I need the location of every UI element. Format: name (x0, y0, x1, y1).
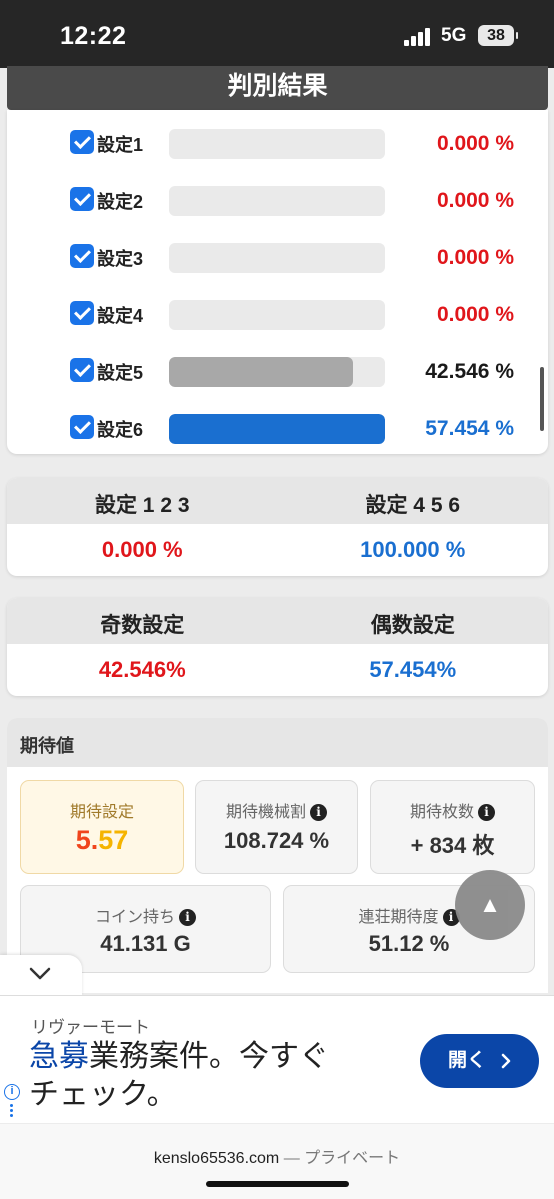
browser-url-bar[interactable]: kenslo65536.com — プライベート (0, 1124, 554, 1199)
setting-percent: 0.000 % (436, 246, 514, 269)
info-icon[interactable]: i (310, 804, 327, 821)
expected-coins-box[interactable]: 期待枚数 i + 834 枚 (370, 780, 535, 874)
expected-coins-label-row: 期待枚数 i (371, 798, 534, 822)
setting-percent: 0.000 % (436, 303, 514, 326)
chevron-down-icon (29, 967, 51, 980)
url-domain: kenslo65536.com (153, 1150, 280, 1167)
setting-checkbox[interactable] (70, 301, 94, 325)
odd-even-summary: 奇数設定 偶数設定 42.546% 57.454% (7, 598, 548, 696)
high-settings-label: 設定 4 5 6 (365, 494, 461, 517)
battery-icon: 38 (478, 25, 518, 46)
result-title: 判別結果 (227, 72, 328, 100)
scroll-to-top-button[interactable]: ▲ (455, 870, 525, 940)
coin-hold-value: 41.131 G (100, 931, 191, 956)
expected-value-title: 期待値 (7, 718, 548, 767)
collapse-ad-button[interactable] (0, 955, 82, 995)
expected-value-section: 期待値 期待設定 5.57 期待機械割 i 108.724 % 期待枚数 i + 8… (7, 718, 548, 993)
result-card: 設定1 0.000 % 設定2 0.000 % 設定3 0.000 % 設定4 0.000 %… (7, 110, 548, 454)
setting-percent: 57.454 % (425, 417, 514, 440)
probability-bar-fill (169, 357, 353, 387)
odd-even-values: 42.546% 57.454% (7, 644, 548, 696)
setting-checkbox[interactable] (70, 244, 94, 268)
info-icon[interactable]: i (179, 909, 196, 926)
expected-setting-box: 期待設定 5.57 (20, 780, 184, 874)
setting-row: 設定4 0.000 % (7, 298, 548, 332)
expected-payout-label: 期待機械割 (225, 804, 306, 821)
expected-payout-box[interactable]: 期待機械割 i 108.724 % (195, 780, 358, 874)
ad-info-icon[interactable]: i (4, 1084, 20, 1100)
expected-payout-label-row: 期待機械割 i (196, 798, 357, 822)
odd-even-header: 奇数設定 偶数設定 (7, 598, 548, 644)
low-settings-label: 設定 1 2 3 (94, 494, 190, 517)
setting-label: 設定3 (97, 249, 144, 269)
setting-row: 設定3 0.000 % (7, 241, 548, 275)
battery-level: 38 (487, 27, 505, 44)
expected-payout-value: 108.724 % (223, 828, 330, 853)
low-high-header: 設定 1 2 3 設定 4 5 6 (7, 478, 548, 524)
probability-bar (169, 357, 385, 387)
setting-label: 設定1 (97, 135, 144, 155)
expected-setting-dec: 57 (98, 825, 129, 855)
url-text[interactable]: kenslo65536.com — プライベート (0, 1144, 554, 1168)
expected-setting-label: 期待設定 (69, 804, 134, 821)
setting-checkbox[interactable] (70, 187, 94, 211)
coin-hold-label-row: コイン持ち i (21, 903, 270, 927)
setting-checkbox[interactable] (70, 358, 94, 382)
setting-row: 設定6 57.454 % (7, 412, 548, 446)
ad-brand: リヴァーモート (31, 1018, 150, 1037)
ad-menu-icon[interactable] (10, 1104, 14, 1119)
expected-setting-int: 5. (75, 825, 99, 855)
probability-bar (169, 129, 385, 159)
ad-headline-accent: 急募 (29, 1040, 89, 1073)
private-label: プライベート (304, 1150, 401, 1167)
low-high-values: 0.000 % 100.000 % (7, 524, 548, 576)
low-settings-value: 0.000 % (101, 537, 183, 562)
setting-label: 設定2 (97, 192, 144, 212)
result-header: 判別結果 (7, 66, 548, 110)
probability-bar (169, 300, 385, 330)
chevron-right-icon (501, 1053, 511, 1069)
expected-coins-label: 期待枚数 (409, 804, 474, 821)
setting-label: 設定4 (97, 306, 144, 326)
probability-bar (169, 243, 385, 273)
even-settings-label: 偶数設定 (370, 614, 455, 637)
up-arrow-icon: ▲ (479, 892, 501, 917)
setting-checkbox[interactable] (70, 415, 94, 439)
low-high-summary: 設定 1 2 3 設定 4 5 6 0.000 % 100.000 % (7, 478, 548, 576)
cellular-signal-icon (404, 28, 434, 46)
expected-setting-value: 5.57 (21, 825, 183, 856)
setting-label: 設定6 (97, 420, 144, 440)
setting-checkbox[interactable] (70, 130, 94, 154)
network-type: 5G (441, 25, 467, 46)
expected-coins-value: + 834 枚 (410, 833, 495, 858)
ad-headline: 急募業務案件。今すぐチェック。 (29, 1038, 349, 1114)
probability-bar (169, 414, 385, 444)
setting-row: 設定2 0.000 % (7, 184, 548, 218)
setting-label: 設定5 (97, 363, 144, 383)
probability-bar (169, 186, 385, 216)
coin-hold-label: コイン持ち (94, 909, 175, 926)
high-settings-value: 100.000 % (360, 537, 466, 562)
odd-settings-label: 奇数設定 (100, 614, 185, 637)
setting-percent: 0.000 % (436, 189, 514, 212)
url-separator: — (279, 1150, 305, 1167)
home-indicator[interactable] (206, 1181, 349, 1187)
ad-banner[interactable]: リヴァーモート 急募業務案件。今すぐチェック。 開く i (0, 995, 554, 1123)
streak-label: 連荘期待度 (358, 909, 439, 926)
setting-row: 設定5 42.546 % (7, 355, 548, 389)
setting-row: 設定1 0.000 % (7, 127, 548, 161)
setting-percent: 42.546 % (425, 360, 514, 383)
ad-open-button[interactable]: 開く (420, 1034, 539, 1088)
ad-open-label: 開く (448, 1050, 487, 1071)
odd-settings-value: 42.546% (98, 657, 186, 682)
status-time: 12:22 (60, 22, 127, 50)
info-icon[interactable]: i (478, 804, 495, 821)
status-bar: 12:22 5G 38 (0, 0, 554, 68)
even-settings-value: 57.454% (369, 657, 457, 682)
setting-percent: 0.000 % (436, 132, 514, 155)
probability-bar-fill (169, 414, 385, 444)
